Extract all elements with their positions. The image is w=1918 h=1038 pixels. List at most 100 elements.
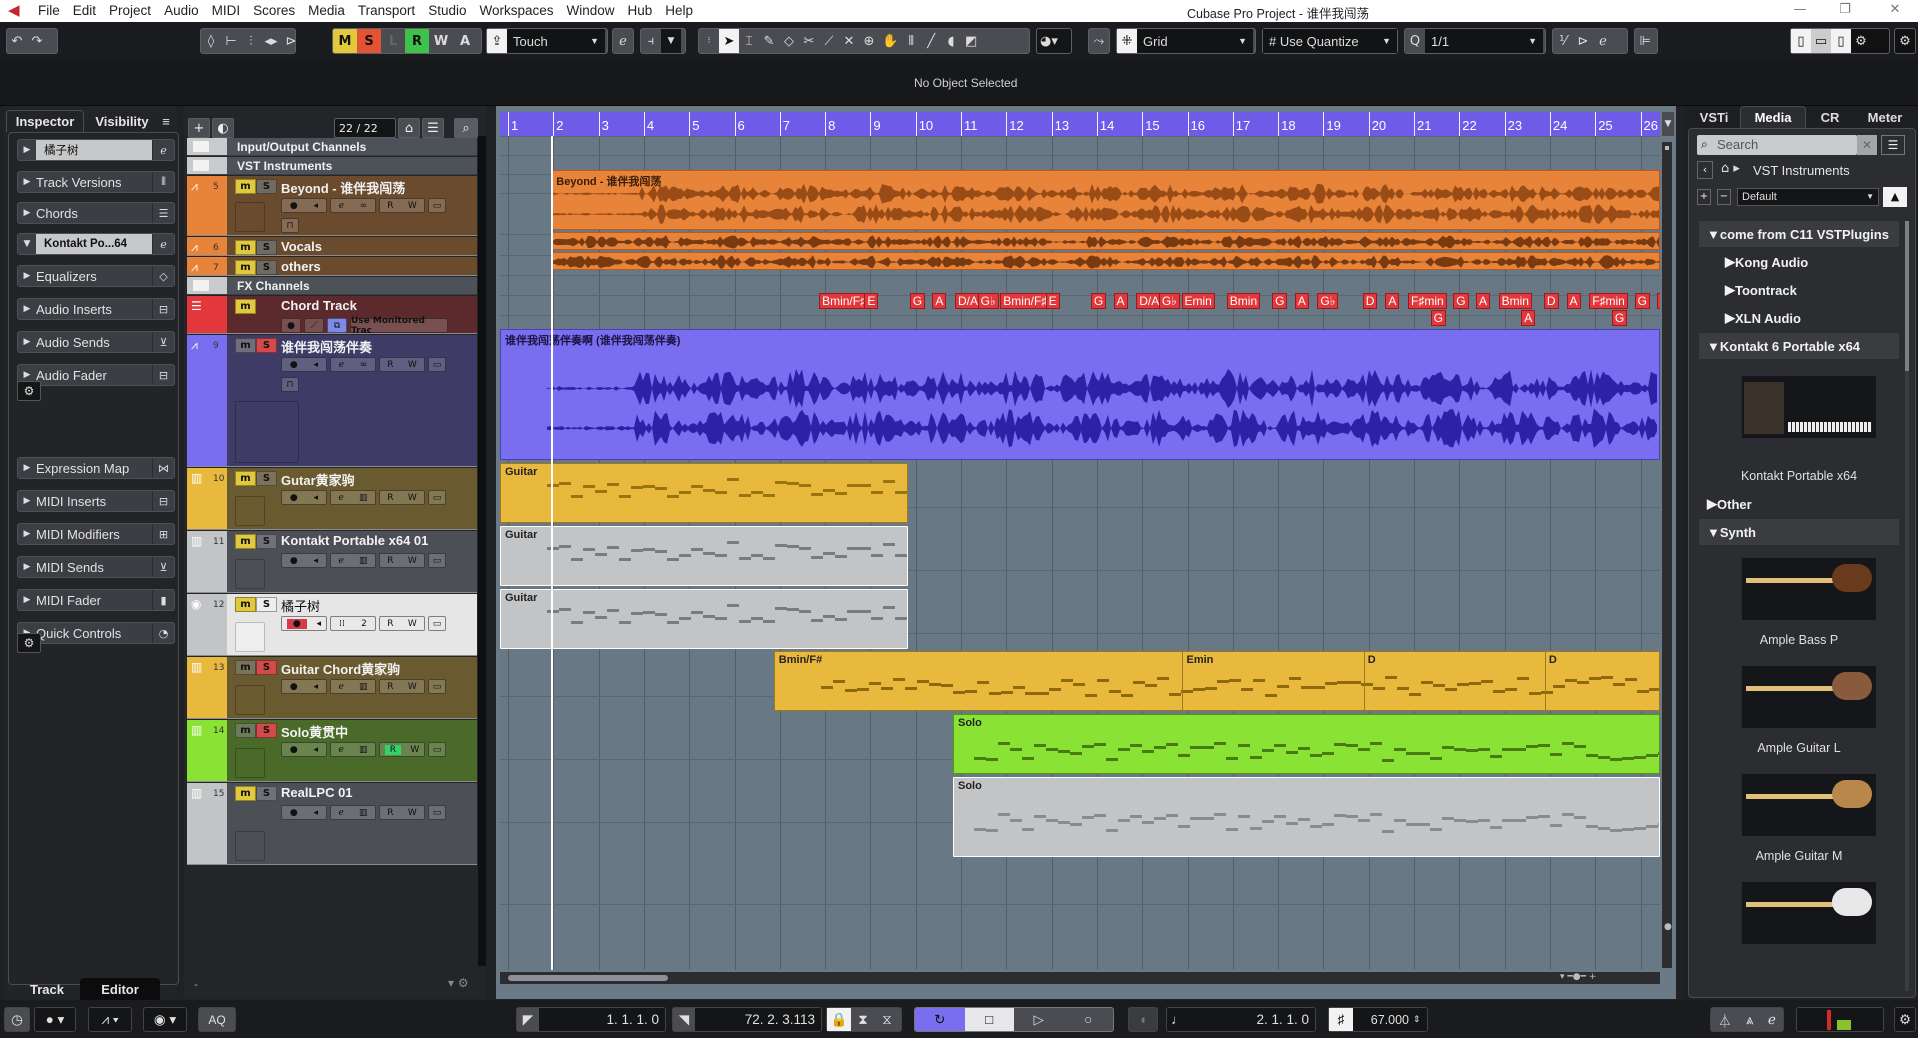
chord-event[interactable]: D <box>1543 293 1559 309</box>
chord-event[interactable]: E <box>1045 293 1060 309</box>
tab-visibility[interactable]: Visibility <box>88 110 156 132</box>
write-automation-button[interactable]: W <box>408 493 417 503</box>
automation-button[interactable]: A <box>453 29 477 53</box>
click-settings-icon[interactable]: ℯ <box>1768 1012 1776 1028</box>
right-locator[interactable]: ◥ 72. 2. 3.113 <box>672 1007 822 1032</box>
monitor-button[interactable]: ◂ <box>314 493 319 503</box>
inspector-instrument[interactable]: ▼ Kontakt Po...64 ℯ <box>17 233 175 255</box>
edit-instrument-icon[interactable]: ▥ <box>359 745 368 755</box>
inspector-track-versions[interactable]: ▶ Track Versions ⫴ <box>17 171 175 193</box>
link-icon[interactable]: ∞ <box>360 201 368 211</box>
chord-event[interactable]: G <box>909 293 926 309</box>
mute-button[interactable]: m <box>235 534 256 549</box>
chord-event[interactable]: G <box>1090 293 1107 309</box>
track-row[interactable]: ▥ 11 m S Kontakt Portable x64 01 ● ◂ ℯ ▥ R W ▭ <box>187 531 477 593</box>
solo-button[interactable]: S <box>256 786 277 801</box>
inspector-track-header[interactable]: ▶ 橘子树 ℯ <box>17 139 175 161</box>
inspector-chords[interactable]: ▶ Chords ☰ <box>17 202 175 224</box>
line-tool-icon[interactable]: ╱ <box>921 29 941 53</box>
record-enable-button[interactable]: ● <box>281 318 301 333</box>
track-versions-button[interactable]: ▭ <box>428 805 446 820</box>
media-scrollbar[interactable] <box>1905 221 1909 991</box>
solo-button[interactable]: S <box>256 534 277 549</box>
mute-tool-icon[interactable]: ✕ <box>839 29 859 53</box>
inspector-midi-sends[interactable]: ▶ MIDI Sends ⊻ <box>17 556 175 578</box>
instrument-thumbnail[interactable] <box>1741 557 1877 621</box>
tab-editor[interactable]: Editor <box>80 978 160 1000</box>
track-versions-button[interactable]: ▭ <box>428 198 446 213</box>
audio-region-beyond[interactable]: Beyond - 谁伴我闯荡 <box>551 170 1660 230</box>
mute-button[interactable]: m <box>235 299 256 314</box>
iterative-quantize-icon[interactable]: ⅟ <box>1553 29 1573 53</box>
constrain-delay-icon[interactable]: ◊ <box>201 29 221 53</box>
menu-transport[interactable]: Transport <box>358 3 415 18</box>
midi-region-guitar-chord[interactable]: Bmin/F# Emin D D <box>773 651 1660 711</box>
record-enable-button[interactable]: ● <box>290 493 298 503</box>
chord-event[interactable]: D <box>1362 293 1378 309</box>
track-name[interactable]: Gutar黄家驹 <box>281 470 355 489</box>
monitor-button[interactable]: ◂ <box>314 556 319 566</box>
write-automation-button[interactable]: W <box>410 745 419 755</box>
menu-file[interactable]: File <box>38 3 60 18</box>
solo-button[interactable]: S <box>256 240 277 255</box>
instrument-thumbnail[interactable] <box>1741 881 1877 945</box>
media-folder[interactable]: ▶ XLN Audio <box>1699 305 1899 331</box>
ruler-menu-icon[interactable]: ▼ <box>1662 112 1674 136</box>
folder-track[interactable]: FX Channels <box>187 277 477 295</box>
track-versions-button[interactable]: ▭ <box>428 742 446 757</box>
write-automation-button[interactable]: W <box>408 808 417 818</box>
right-locator-icon[interactable]: ◥ <box>673 1008 695 1031</box>
auto-quantize-button[interactable]: AQ <box>198 1007 236 1032</box>
track-versions-button[interactable]: ▭ <box>428 357 446 372</box>
right-zone-icon[interactable]: ▯ <box>1831 29 1851 53</box>
lock-icon[interactable]: ⊓ <box>281 218 299 233</box>
record-enable-button[interactable]: ● <box>290 360 298 370</box>
read-automation-button[interactable]: R <box>387 493 393 503</box>
left-locator-icon[interactable]: ◤ <box>517 1008 539 1031</box>
midi-region-guitar-2[interactable]: Guitar <box>500 526 908 586</box>
edit-instrument-icon[interactable]: ▥ <box>359 682 368 692</box>
solo-button[interactable]: S <box>256 723 277 738</box>
clear-search-icon[interactable]: ✕ <box>1857 135 1877 155</box>
solo-all-button[interactable]: S <box>357 29 381 53</box>
media-folder[interactable]: ▶ Other <box>1699 491 1899 517</box>
audio-region-accompaniment[interactable]: 谁伴我闯荡伴奏啊 (谁伴我闯荡伴奏) <box>500 329 1660 460</box>
track-row[interactable]: ⩘ 7 m Sothers <box>187 257 477 276</box>
solo-button[interactable]: S <box>256 660 277 675</box>
chord-event[interactable]: A <box>932 293 947 309</box>
monitor-button[interactable]: ◂ <box>314 745 319 755</box>
mute-button[interactable]: m <box>235 660 256 675</box>
media-folder[interactable]: ▶ Toontrack <box>1699 277 1899 303</box>
inspector-midi-fader[interactable]: ▶ MIDI Fader ▮ <box>17 589 175 611</box>
close-icon[interactable]: ✕ <box>1885 2 1905 17</box>
chord-event[interactable]: G <box>1453 293 1469 309</box>
instrument-thumbnail[interactable] <box>1741 665 1877 729</box>
monitor-button[interactable]: ◂ <box>314 682 319 692</box>
track-row[interactable]: ▥ 14 m S Solo黄贯中 ● ◂ ℯ ▥ R W ▭ <box>187 720 477 782</box>
horizontal-scrollbar[interactable]: ▾ ━●━ + <box>500 972 1660 984</box>
minimize-icon[interactable]: — <box>1790 2 1810 17</box>
cycle-icon[interactable]: ↻ <box>915 1008 965 1031</box>
read-automation-button[interactable]: R <box>387 808 393 818</box>
tempo-display[interactable]: ♯ 67.000 ⇕ <box>1328 1007 1428 1032</box>
midi-sections-settings-icon[interactable]: ⚙ <box>17 633 41 653</box>
draw-tool-icon[interactable]: ✎ <box>759 29 779 53</box>
edit-instrument-icon[interactable]: ▥ <box>359 556 368 566</box>
back-icon[interactable]: ‹ <box>1697 161 1713 179</box>
track-name[interactable]: Kontakt Portable x64 01 <box>281 533 428 548</box>
chord-event[interactable]: A <box>1385 293 1400 309</box>
solo-button[interactable]: S <box>256 179 277 194</box>
edit-channel-icon[interactable]: ℯ <box>339 745 344 755</box>
chord-event[interactable]: G <box>1430 310 1446 326</box>
edit-channel-icon[interactable]: ℯ <box>339 493 344 503</box>
track-name[interactable]: 谁伴我闯荡伴奏 <box>281 337 372 356</box>
inspector-menu-icon[interactable]: ≡ <box>156 110 176 132</box>
color-tool-icon[interactable]: ◩ <box>961 29 981 53</box>
track-versions-button[interactable]: ▭ <box>428 490 446 505</box>
punch-in-icon[interactable]: ⧗ <box>851 1012 875 1028</box>
edit-channel-icon[interactable]: ℯ <box>339 201 344 211</box>
menu-audio[interactable]: Audio <box>164 3 199 18</box>
audio-region-others[interactable] <box>551 252 1660 270</box>
chord-event[interactable]: Bmin/F♯ <box>1000 293 1051 309</box>
stop-icon[interactable]: □ <box>964 1008 1014 1031</box>
